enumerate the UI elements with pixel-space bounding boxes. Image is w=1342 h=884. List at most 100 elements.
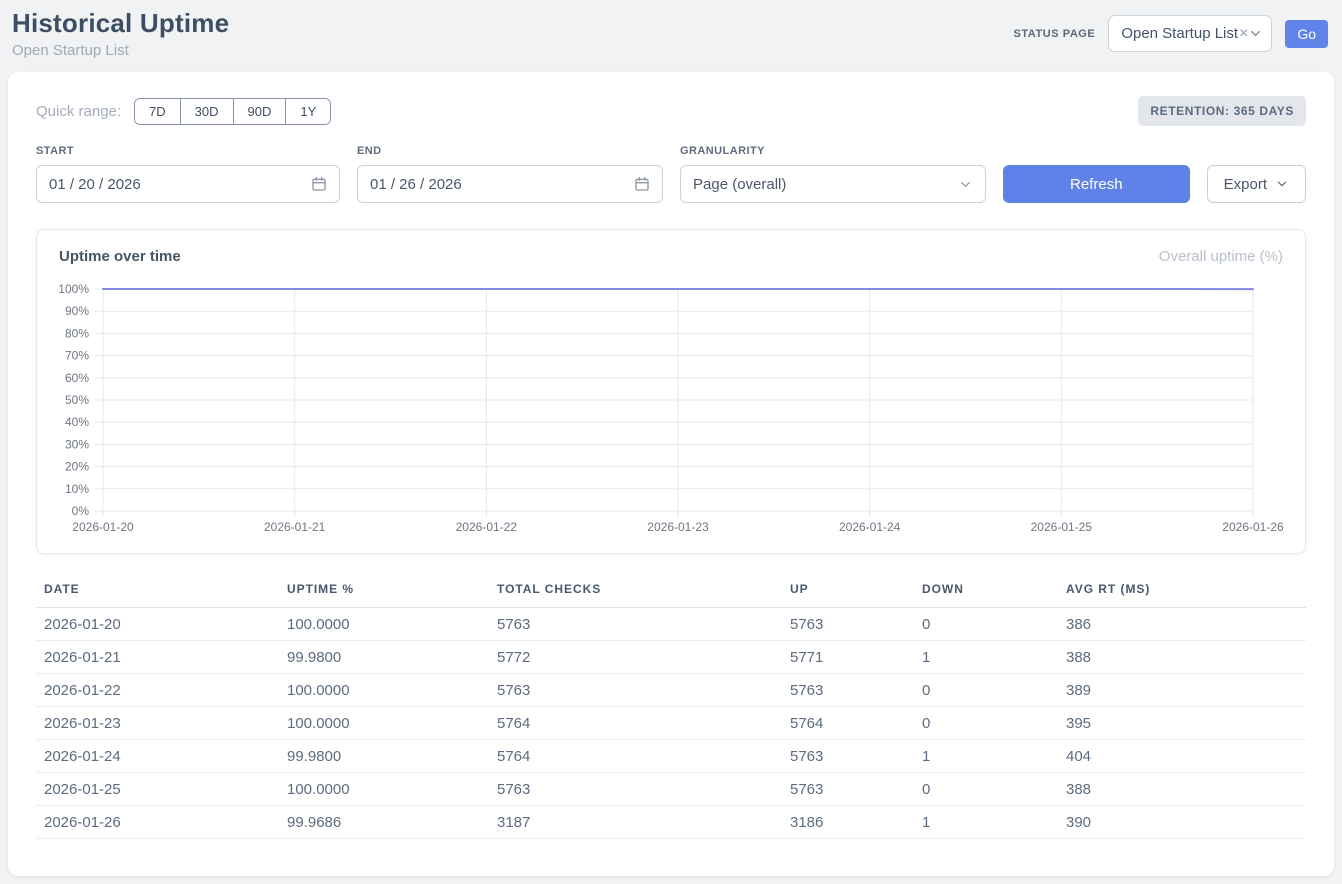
chevron-down-icon — [958, 177, 973, 192]
title-block: Historical Uptime Open Startup List — [12, 8, 229, 59]
svg-text:10%: 10% — [65, 482, 89, 496]
svg-text:50%: 50% — [65, 393, 89, 407]
table-cell: 2026-01-26 — [36, 806, 279, 839]
table-row: 2026-01-2499.9800576457631404 — [36, 740, 1306, 773]
svg-text:20%: 20% — [65, 460, 89, 474]
chart-title: Uptime over time — [59, 248, 181, 265]
column-header: DOWN — [914, 576, 1058, 608]
table-cell: 100.0000 — [279, 707, 489, 740]
clear-icon[interactable]: × — [1239, 26, 1248, 42]
quick-range-7d[interactable]: 7D — [135, 99, 180, 124]
column-header: TOTAL CHECKS — [489, 576, 782, 608]
refresh-button[interactable]: Refresh — [1003, 165, 1190, 203]
svg-text:70%: 70% — [65, 349, 89, 363]
column-header: DATE — [36, 576, 279, 608]
filters-row: START 01 / 20 / 2026 END 01 / 26 / 2026 … — [36, 145, 1306, 203]
end-label: END — [357, 145, 663, 157]
table-cell: 5763 — [782, 608, 914, 641]
calendar-icon[interactable] — [634, 176, 650, 192]
chevron-down-icon — [1248, 26, 1263, 41]
table-cell: 2026-01-22 — [36, 674, 279, 707]
granularity-field: GRANULARITY Page (overall) — [680, 145, 986, 203]
svg-text:2026-01-21: 2026-01-21 — [264, 520, 326, 534]
svg-text:60%: 60% — [65, 371, 89, 385]
svg-text:2026-01-26: 2026-01-26 — [1222, 520, 1283, 534]
table-row: 2026-01-2199.9800577257711388 — [36, 641, 1306, 674]
table-cell: 0 — [914, 674, 1058, 707]
historical-uptime-page: Historical Uptime Open Startup List STAT… — [0, 0, 1342, 884]
table-cell: 2026-01-20 — [36, 608, 279, 641]
svg-text:80%: 80% — [65, 326, 89, 340]
svg-text:2026-01-20: 2026-01-20 — [72, 520, 134, 534]
export-button[interactable]: Export — [1207, 165, 1306, 203]
granularity-label: GRANULARITY — [680, 145, 986, 157]
status-page-label: STATUS PAGE — [1013, 28, 1095, 40]
quick-range-30d[interactable]: 30D — [180, 99, 233, 124]
page-subtitle: Open Startup List — [12, 42, 229, 59]
column-header: AVG RT (MS) — [1058, 576, 1306, 608]
table-cell: 5764 — [489, 740, 782, 773]
table-cell: 5763 — [489, 773, 782, 806]
svg-text:0%: 0% — [72, 504, 90, 518]
granularity-select[interactable]: Page (overall) — [680, 165, 986, 203]
table-row: 2026-01-20100.0000576357630386 — [36, 608, 1306, 641]
chart-legend: Overall uptime (%) — [1159, 248, 1283, 265]
table-cell: 100.0000 — [279, 773, 489, 806]
granularity-selected-value: Page (overall) — [693, 176, 786, 193]
start-label: START — [36, 145, 340, 157]
uptime-table: DATEUPTIME %TOTAL CHECKSUPDOWNAVG RT (MS… — [36, 576, 1306, 839]
export-button-label: Export — [1224, 176, 1267, 193]
table-row: 2026-01-25100.0000576357630388 — [36, 773, 1306, 806]
table-cell: 404 — [1058, 740, 1306, 773]
svg-text:2026-01-25: 2026-01-25 — [1031, 520, 1093, 534]
table-cell: 2026-01-23 — [36, 707, 279, 740]
quick-range-group: 7D30D90D1Y — [134, 98, 331, 125]
quick-range-label: Quick range: — [36, 103, 121, 120]
table-cell: 388 — [1058, 773, 1306, 806]
quick-range-90d[interactable]: 90D — [233, 99, 286, 124]
end-date-value: 01 / 26 / 2026 — [370, 176, 462, 193]
table-row: 2026-01-22100.0000576357630389 — [36, 674, 1306, 707]
status-page-selected-value: Open Startup List — [1121, 25, 1238, 42]
svg-text:40%: 40% — [65, 415, 89, 429]
table-cell: 99.9800 — [279, 641, 489, 674]
table-cell: 5764 — [489, 707, 782, 740]
end-date-input[interactable]: 01 / 26 / 2026 — [357, 165, 663, 203]
table-cell: 1 — [914, 806, 1058, 839]
svg-text:2026-01-22: 2026-01-22 — [456, 520, 518, 534]
start-date-input[interactable]: 01 / 20 / 2026 — [36, 165, 340, 203]
uptime-line-chart: 0%10%20%30%40%50%60%70%80%90%100%2026-01… — [59, 273, 1283, 541]
chevron-down-icon — [1275, 177, 1289, 191]
quick-range-row: Quick range: 7D30D90D1Y RETENTION: 365 D… — [36, 96, 1306, 126]
table-cell: 395 — [1058, 707, 1306, 740]
page-title: Historical Uptime — [12, 8, 229, 39]
table-cell: 5771 — [782, 641, 914, 674]
table-cell: 99.9800 — [279, 740, 489, 773]
start-date-value: 01 / 20 / 2026 — [49, 176, 141, 193]
svg-text:30%: 30% — [65, 437, 89, 451]
retention-badge: RETENTION: 365 DAYS — [1138, 96, 1306, 126]
svg-text:100%: 100% — [59, 282, 89, 296]
table-cell: 390 — [1058, 806, 1306, 839]
uptime-table-body: 2026-01-20100.00005763576303862026-01-21… — [36, 608, 1306, 839]
table-cell: 1 — [914, 641, 1058, 674]
table-cell: 386 — [1058, 608, 1306, 641]
table-cell: 5772 — [489, 641, 782, 674]
column-header: UPTIME % — [279, 576, 489, 608]
calendar-icon[interactable] — [311, 176, 327, 192]
table-cell: 5763 — [782, 740, 914, 773]
table-cell: 2026-01-25 — [36, 773, 279, 806]
table-cell: 3187 — [489, 806, 782, 839]
table-cell: 5764 — [782, 707, 914, 740]
status-page-select[interactable]: Open Startup List × — [1108, 15, 1272, 52]
top-controls: STATUS PAGE Open Startup List × Go — [1013, 15, 1328, 52]
uptime-chart-card: Uptime over time Overall uptime (%) 0% 10… — [36, 229, 1306, 554]
table-header-row: DATEUPTIME %TOTAL CHECKSUPDOWNAVG RT (MS… — [36, 576, 1306, 608]
table-cell: 389 — [1058, 674, 1306, 707]
table-cell: 388 — [1058, 641, 1306, 674]
table-cell: 5763 — [782, 674, 914, 707]
table-cell: 5763 — [489, 674, 782, 707]
table-cell: 2026-01-21 — [36, 641, 279, 674]
quick-range-1y[interactable]: 1Y — [285, 99, 330, 124]
go-button[interactable]: Go — [1285, 20, 1328, 48]
